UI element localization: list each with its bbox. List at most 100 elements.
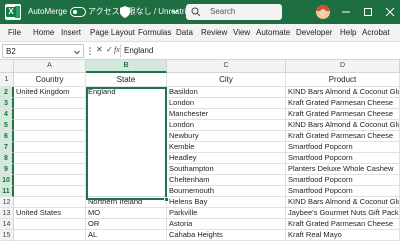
cell-product[interactable]: Smartfood Popcorn (286, 142, 400, 153)
formula-value[interactable]: England (124, 46, 153, 56)
sensitivity-label[interactable]: アクセス制限なし / Unrestricted (88, 7, 201, 17)
cell-state[interactable] (86, 164, 167, 175)
cell-country[interactable] (14, 120, 86, 131)
column-header-c[interactable]: C (167, 60, 286, 73)
cell-product[interactable]: Planters Deluxe Whole Cashew (286, 164, 400, 175)
cell-product[interactable]: KIND Bars Almond & Coconut Glu (286, 120, 400, 131)
cell-country[interactable] (14, 164, 86, 175)
row-header-4[interactable]: 4 (0, 109, 14, 120)
row-header-7[interactable]: 7 (0, 142, 14, 153)
tab-automate[interactable]: Automate (256, 28, 290, 38)
cell-city[interactable]: Basildon (167, 87, 286, 98)
chevron-down-icon[interactable] (171, 7, 179, 17)
tab-acrobat[interactable]: Acrobat (362, 28, 390, 38)
automerge-toggle[interactable] (70, 7, 86, 17)
cell-country[interactable] (14, 186, 86, 197)
row-header-14[interactable]: 14 (0, 219, 14, 230)
cell-country[interactable]: United States (14, 208, 86, 219)
row-header-15[interactable]: 15 (0, 230, 14, 241)
tab-review[interactable]: Review (201, 28, 227, 38)
header-cell-state[interactable]: State (86, 73, 167, 87)
insert-function-icon[interactable]: fx (114, 45, 120, 55)
cell-state[interactable] (86, 131, 167, 142)
cell-product[interactable]: Smartfood Popcorn (286, 175, 400, 186)
row-header-11[interactable]: 11 (0, 186, 14, 197)
cell-city[interactable]: Cahaba Heights (167, 230, 286, 241)
cell-state[interactable] (86, 175, 167, 186)
cell-state[interactable]: OR (86, 219, 167, 230)
cell-city[interactable]: Southampton (167, 164, 286, 175)
avatar[interactable] (316, 5, 330, 19)
cell-state[interactable] (86, 98, 167, 109)
column-header-a[interactable]: A (14, 60, 86, 73)
cell-city[interactable]: Headley (167, 153, 286, 164)
cell-country[interactable] (14, 197, 86, 208)
row-header-5[interactable]: 5 (0, 120, 14, 131)
tab-file[interactable]: File (8, 28, 21, 38)
row-header-1[interactable]: 1 (0, 73, 14, 87)
cell-product[interactable]: Kraft Grated Parmesan Cheese (286, 98, 400, 109)
cell-state[interactable] (86, 142, 167, 153)
column-header-b[interactable]: B (86, 60, 167, 73)
cell-state[interactable] (86, 120, 167, 131)
select-all-corner[interactable] (0, 60, 14, 73)
cancel-icon[interactable]: ✕ (96, 45, 103, 55)
cell-product[interactable]: Jaybee's Gourmet Nuts Gift Pack (286, 208, 400, 219)
header-cell-product[interactable]: Product (286, 73, 400, 87)
maximize-icon[interactable] (362, 6, 374, 18)
cell-product[interactable]: KIND Bars Almond & Coconut Glu (286, 87, 400, 98)
cell-country[interactable] (14, 153, 86, 164)
search-input[interactable]: Search (186, 4, 282, 20)
cell-country[interactable]: United Kingdom (14, 87, 86, 98)
cell-city[interactable]: Newbury (167, 131, 286, 142)
header-cell-country[interactable]: Country (14, 73, 86, 87)
tab-developer[interactable]: Developer (296, 28, 332, 38)
cell-product[interactable]: Kraft Grated Parmesan Cheese (286, 109, 400, 120)
cell-product[interactable]: Smartfood Popcorn (286, 153, 400, 164)
chevron-down-icon[interactable] (74, 47, 80, 57)
cell-product[interactable]: Kraft Real Mayo (286, 230, 400, 241)
minimize-icon[interactable] (340, 6, 352, 18)
name-box[interactable]: B2 (2, 44, 84, 58)
cell-city[interactable]: Cheltenham (167, 175, 286, 186)
cell-product[interactable]: Smartfood Popcorn (286, 186, 400, 197)
column-header-d[interactable]: D (286, 60, 400, 73)
tab-home[interactable]: Home (33, 28, 54, 38)
tab-data[interactable]: Data (176, 28, 193, 38)
cell-city[interactable]: Helens Bay (167, 197, 286, 208)
cell-state[interactable] (86, 153, 167, 164)
cell-product[interactable]: Kraft Grated Parmesan Cheese (286, 131, 400, 142)
close-icon[interactable] (384, 6, 396, 18)
cell-state[interactable] (86, 186, 167, 197)
header-cell-city[interactable]: City (167, 73, 286, 87)
row-header-10[interactable]: 10 (0, 175, 14, 186)
tab-insert[interactable]: Insert (61, 28, 81, 38)
tab-formulas[interactable]: Formulas (138, 28, 171, 38)
cell-city[interactable]: Manchester (167, 109, 286, 120)
cell-city[interactable]: Astoria (167, 219, 286, 230)
enter-icon[interactable]: ✓ (106, 45, 113, 55)
cell-state[interactable] (86, 109, 167, 120)
fill-handle[interactable] (164, 197, 169, 202)
cell-country[interactable] (14, 219, 86, 230)
row-header-12[interactable]: 12 (0, 197, 14, 208)
row-header-6[interactable]: 6 (0, 131, 14, 142)
row-header-8[interactable]: 8 (0, 153, 14, 164)
cell-city[interactable]: Parkville (167, 208, 286, 219)
cell-product[interactable]: KIND Bars Almond & Coconut Glu (286, 197, 400, 208)
row-header-13[interactable]: 13 (0, 208, 14, 219)
cell-state[interactable]: Northern Ireland (86, 197, 167, 208)
row-header-9[interactable]: 9 (0, 164, 14, 175)
tab-page-layout[interactable]: Page Layout (90, 28, 135, 38)
cell-country[interactable] (14, 142, 86, 153)
tab-view[interactable]: View (233, 28, 250, 38)
cell-product[interactable]: Kraft Grated Parmesan Cheese (286, 219, 400, 230)
cell-country[interactable] (14, 98, 86, 109)
cell-country[interactable] (14, 175, 86, 186)
cell-state[interactable]: MO (86, 208, 167, 219)
cell-country[interactable] (14, 131, 86, 142)
cell-country[interactable] (14, 109, 86, 120)
cell-city[interactable]: Kemble (167, 142, 286, 153)
cell-city[interactable]: London (167, 98, 286, 109)
row-header-3[interactable]: 3 (0, 98, 14, 109)
